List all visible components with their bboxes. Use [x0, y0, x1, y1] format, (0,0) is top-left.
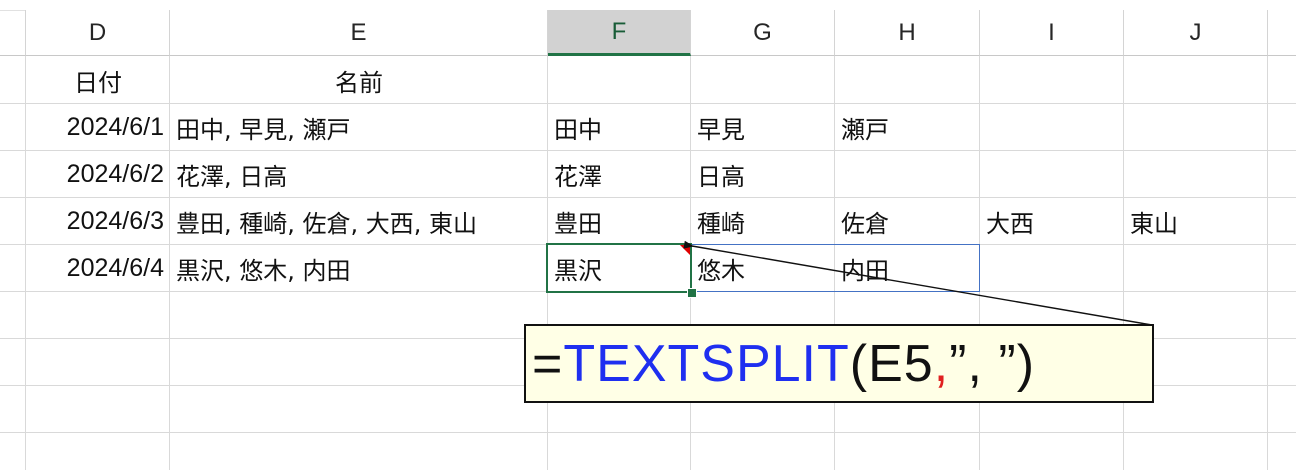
- comment-indicator-icon[interactable]: [680, 245, 690, 255]
- column-header-h[interactable]: H: [835, 10, 980, 56]
- cell-f4[interactable]: 豊田: [548, 198, 691, 244]
- grid-line: [0, 432, 1296, 433]
- formula-delimiter: ”, ”: [949, 334, 1017, 393]
- column-header-i[interactable]: I: [980, 10, 1124, 56]
- cell-h2[interactable]: 瀬戸: [835, 104, 980, 150]
- formula-open-paren: (: [849, 334, 869, 393]
- cell-g4[interactable]: 種崎: [691, 198, 835, 244]
- column-header-j[interactable]: J: [1124, 10, 1268, 56]
- cell-e2-names[interactable]: 田中, 早見, 瀬戸: [170, 104, 548, 150]
- column-header-next[interactable]: [1268, 10, 1296, 56]
- grid-line: [1267, 56, 1268, 470]
- cell-d4-date[interactable]: 2024/6/3: [26, 198, 170, 244]
- column-header-f[interactable]: F: [548, 10, 691, 56]
- active-cell-border[interactable]: [546, 243, 692, 293]
- cell-f3[interactable]: 花澤: [548, 151, 691, 197]
- fill-handle[interactable]: [687, 288, 697, 298]
- spill-range-border: [691, 244, 980, 292]
- formula-equals: =: [532, 334, 564, 393]
- column-header-g[interactable]: G: [691, 10, 835, 56]
- cell-i4[interactable]: 大西: [980, 198, 1124, 244]
- cell-g3[interactable]: 日高: [691, 151, 835, 197]
- formula-callout: = TEXTSPLIT(E5,”, ”): [524, 324, 1154, 403]
- cell-d5-date[interactable]: 2024/6/4: [26, 245, 170, 291]
- cell-g2[interactable]: 早見: [691, 104, 835, 150]
- cell-d3-date[interactable]: 2024/6/2: [26, 151, 170, 197]
- corner-cell[interactable]: [0, 10, 26, 56]
- cell-h4[interactable]: 佐倉: [835, 198, 980, 244]
- cell-e3-names[interactable]: 花澤, 日高: [170, 151, 548, 197]
- column-header-e[interactable]: E: [170, 10, 548, 56]
- cell-e1-name-header[interactable]: 名前: [170, 57, 548, 103]
- spreadsheet-grid: D E F G H I J 日付 名前 2024/6/1 田中, 早見, 瀬戸 …: [0, 0, 1296, 470]
- cell-e4-names[interactable]: 豊田, 種崎, 佐倉, 大西, 東山: [170, 198, 548, 244]
- formula-close-paren: ): [1016, 334, 1036, 393]
- cell-e5-names[interactable]: 黒沢, 悠木, 内田: [170, 245, 548, 291]
- cell-f2[interactable]: 田中: [548, 104, 691, 150]
- formula-function-name: TEXTSPLIT: [563, 334, 850, 393]
- formula-separator: ,: [933, 334, 950, 393]
- cell-d1-date-header[interactable]: 日付: [26, 57, 170, 103]
- grid-line: [1123, 56, 1124, 470]
- column-header-d[interactable]: D: [26, 10, 170, 56]
- formula-reference: E5: [868, 334, 934, 393]
- cell-j4[interactable]: 東山: [1124, 198, 1268, 244]
- cell-d2-date[interactable]: 2024/6/1: [26, 104, 170, 150]
